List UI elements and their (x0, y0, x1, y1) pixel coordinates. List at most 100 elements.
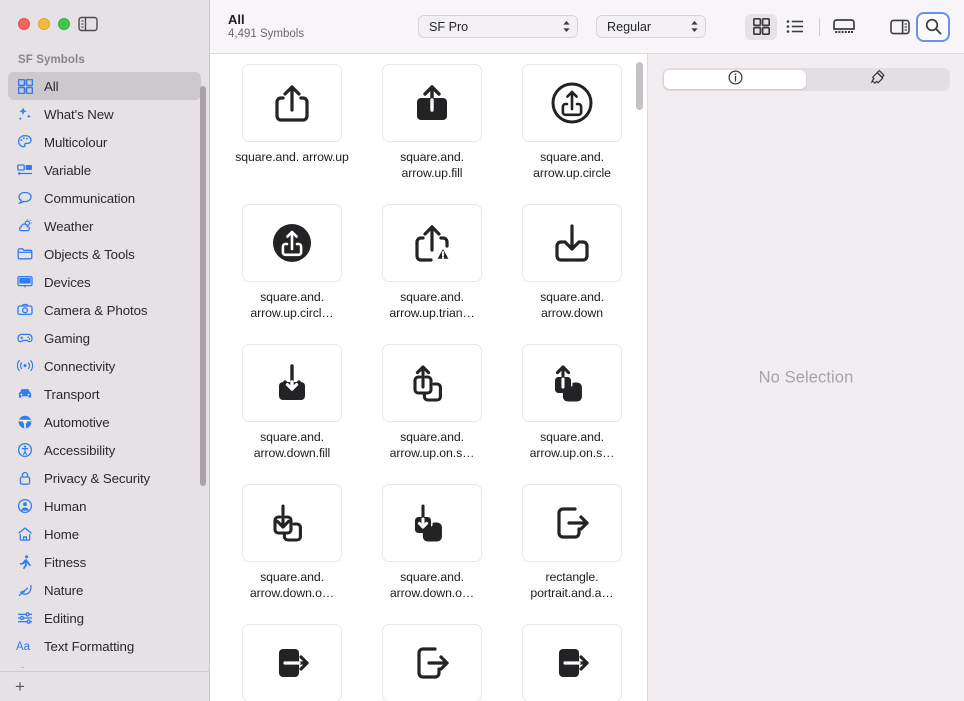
font-weight-dropdown[interactable]: Regular (596, 15, 706, 38)
symbol-cell[interactable]: square.and. arrow.up (222, 60, 362, 200)
symbol-cell[interactable]: square.and. arrow.down.o… (222, 480, 362, 620)
search-button[interactable] (916, 11, 950, 42)
symbol-count: 4,491 Symbols (228, 27, 305, 40)
list-view-button[interactable] (779, 14, 811, 40)
sidebar-item-camera-photos[interactable]: Camera & Photos (8, 296, 201, 324)
view-mode-group (745, 13, 860, 40)
sidebar-footer: + (0, 671, 209, 701)
sidebar-item-all[interactable]: All (8, 72, 201, 100)
sidebar-item-media-clipped[interactable]: Media (8, 660, 201, 668)
sidebar-item-transport[interactable]: Transport (8, 380, 201, 408)
chevron-updown-icon (690, 20, 699, 33)
square-arrow-down-on-square-fill-icon (382, 484, 482, 562)
house-icon (16, 525, 34, 543)
sidebar-item-label: What's New (44, 106, 114, 122)
sidebar: SF Symbols All What's New Multicolour Va… (0, 0, 210, 701)
symbol-cell[interactable]: square.and. arrow.up.on.s… (362, 340, 502, 480)
square-arrow-up-fill-icon (382, 64, 482, 142)
symbol-name: square.and. arrow.down.fill (253, 430, 331, 460)
svg-text:Aa: Aa (16, 641, 31, 653)
steeringwheel-icon (16, 413, 34, 431)
symbol-cell[interactable] (222, 620, 362, 701)
symbol-cell[interactable]: square.and. arrow.down.fill (222, 340, 362, 480)
figure-run-icon (16, 553, 34, 571)
symbol-name: square.and. arrow.up.circl… (250, 290, 334, 320)
sidebar-scrollbar[interactable] (200, 86, 206, 486)
info-tab[interactable] (664, 69, 806, 89)
symbol-name: square.and. arrow.up.fill (400, 150, 464, 180)
add-button[interactable]: + (10, 677, 30, 697)
sidebar-item-accessibility[interactable]: Accessibility (8, 436, 201, 464)
sidebar-item-human[interactable]: Human (8, 492, 201, 520)
symbol-cell[interactable]: square.and. arrow.up.circl… (222, 200, 362, 340)
grid-scrollbar[interactable] (636, 62, 643, 110)
sidebar-item-connectivity[interactable]: Connectivity (8, 352, 201, 380)
toolbar: All 4,491 Symbols SF Pro Regular (210, 0, 964, 54)
sidebar-item-whats-new[interactable]: What's New (8, 100, 201, 128)
symbol-cell[interactable]: square.and. arrow.down (502, 200, 642, 340)
sidebar-item-objects-tools[interactable]: Objects & Tools (8, 240, 201, 268)
empty-state-label: No Selection (758, 368, 854, 386)
grid-view-button[interactable] (745, 13, 777, 40)
symbol-cell[interactable]: square.and. arrow.down.o… (362, 480, 502, 620)
sidebar-item-label: Automotive (44, 414, 110, 430)
sidebar-item-label: Camera & Photos (44, 302, 148, 318)
symbol-name: square.and. arrow.up.trian… (389, 290, 475, 320)
sidebar-item-label: Weather (44, 218, 94, 234)
sidebar-toggle-icon[interactable] (78, 16, 98, 32)
sidebar-section-header: SF Symbols (18, 54, 85, 66)
page-title: All (228, 11, 245, 27)
sidebar-item-label: Communication (44, 190, 136, 206)
sf-symbols-window: SF Symbols All What's New Multicolour Va… (0, 0, 964, 701)
rectangle-portrait-arrow-right-fill-icon (242, 624, 342, 701)
inspector-segmented-control (662, 68, 950, 91)
maximize-button[interactable] (58, 18, 70, 30)
display-icon (16, 273, 34, 291)
main-area: All 4,491 Symbols SF Pro Regular square.… (210, 0, 964, 701)
sidebar-item-text-formatting[interactable]: Aa Text Formatting (8, 632, 201, 660)
sidebar-item-nature[interactable]: Nature (8, 576, 201, 604)
font-family-value: SF Pro (429, 19, 469, 34)
symbol-name: square.and. arrow.up.on.s… (389, 430, 475, 460)
sidebar-item-automotive[interactable]: Automotive (8, 408, 201, 436)
sidebar-item-gaming[interactable]: Gaming (8, 324, 201, 352)
symbol-cell[interactable]: square.and. arrow.up.circle (502, 60, 642, 200)
sidebar-item-label: Fitness (44, 554, 87, 570)
sparkles-icon (16, 105, 34, 123)
sidebar-item-privacy-security[interactable]: Privacy & Security (8, 464, 201, 492)
titlebar (0, 0, 209, 48)
symbol-grid: square.and. arrow.up square.and. arrow.u… (210, 54, 647, 701)
symbol-cell[interactable]: square.and. arrow.up.fill (362, 60, 502, 200)
symbol-name: square.and. arrow.down (540, 290, 604, 320)
minimize-button[interactable] (38, 18, 50, 30)
sidebar-item-label: Transport (44, 386, 100, 402)
symbol-name: square.and. arrow.down.o… (389, 570, 475, 600)
sidebar-item-label: Media (44, 667, 80, 669)
sidebar-item-editing[interactable]: Editing (8, 604, 201, 632)
sidebar-item-variable[interactable]: Variable (8, 156, 201, 184)
sidebar-item-label: All (44, 78, 59, 94)
symbol-cell[interactable]: rectangle. portrait.and.a… (502, 480, 642, 620)
symbol-cell[interactable] (502, 620, 642, 701)
square-arrow-up-circle-fill-icon (242, 204, 342, 282)
camera-icon (16, 301, 34, 319)
sidebar-item-multicolour[interactable]: Multicolour (8, 128, 201, 156)
sliders-icon (16, 609, 34, 627)
sidebar-item-label: Multicolour (44, 134, 108, 150)
folder-icon (16, 245, 34, 263)
sidebar-item-home[interactable]: Home (8, 520, 201, 548)
symbol-cell[interactable]: square.and. arrow.up.on.s… (502, 340, 642, 480)
close-button[interactable] (18, 18, 30, 30)
lock-icon (16, 469, 34, 487)
style-tab[interactable] (806, 70, 948, 89)
keyboard-view-button[interactable] (828, 14, 860, 40)
symbol-cell[interactable] (362, 620, 502, 701)
symbol-cell[interactable]: square.and. arrow.up.trian… (362, 200, 502, 340)
sidebar-item-label: Gaming (44, 330, 90, 346)
sidebar-item-devices[interactable]: Devices (8, 268, 201, 296)
sidebar-item-fitness[interactable]: Fitness (8, 548, 201, 576)
font-family-dropdown[interactable]: SF Pro (418, 15, 578, 38)
sidebar-item-communication[interactable]: Communication (8, 184, 201, 212)
sidebar-item-weather[interactable]: Weather (8, 212, 201, 240)
inspector-toggle-button[interactable] (884, 14, 916, 40)
